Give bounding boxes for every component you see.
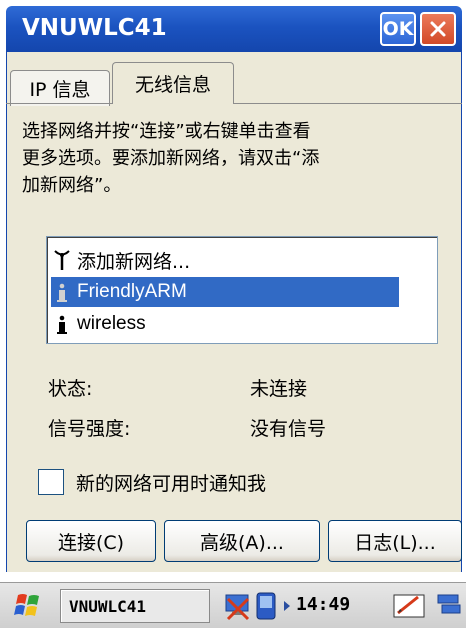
network-label: wireless bbox=[77, 313, 146, 334]
tab-wireless-info[interactable]: 无线信息 bbox=[112, 62, 234, 104]
status-value: 未连接 bbox=[250, 378, 308, 400]
tray-arrow-icon[interactable] bbox=[282, 599, 292, 613]
signal-strength-label: 信号强度: bbox=[48, 418, 131, 440]
input-panel-icon[interactable] bbox=[392, 591, 426, 621]
status-label: 状态: bbox=[48, 378, 93, 400]
start-flag-icon[interactable] bbox=[12, 591, 44, 621]
title-bar: VNUWLC41 OK bbox=[6, 6, 462, 52]
signal-icon bbox=[51, 281, 73, 303]
window-title: VNUWLC41 bbox=[22, 15, 167, 41]
network-item-wireless[interactable]: wireless bbox=[51, 309, 399, 339]
close-button[interactable] bbox=[420, 12, 456, 46]
taskbar-window-button[interactable]: VNUWLC41 bbox=[60, 589, 210, 623]
instructions-line: 选择网络并按“连接”或右键单击查看 bbox=[22, 121, 311, 142]
close-icon bbox=[430, 21, 446, 37]
device-icon[interactable] bbox=[254, 591, 278, 621]
signal-icon bbox=[51, 313, 73, 335]
system-tray: 14:49 bbox=[214, 587, 466, 625]
desktop-icon[interactable] bbox=[436, 591, 462, 621]
antenna-icon bbox=[51, 249, 73, 271]
taskbar: VNUWLC41 14:49 bbox=[0, 582, 466, 628]
log-button[interactable]: 日志(L)... bbox=[328, 520, 462, 562]
advanced-button[interactable]: 高级(A)... bbox=[164, 520, 320, 562]
instructions-text: 选择网络并按“连接”或右键单击查看 更多选项。要添加新网络，请双击“添 加新网络… bbox=[22, 118, 442, 199]
connect-button[interactable]: 连接(C) bbox=[26, 520, 156, 562]
instructions-line: 更多选项。要添加新网络，请双击“添 bbox=[22, 148, 320, 169]
network-item-friendlyarm[interactable]: FriendlyARM bbox=[51, 277, 399, 307]
notify-checkbox-label: 新的网络可用时通知我 bbox=[76, 473, 267, 495]
network-label: 添加新网络... bbox=[77, 250, 191, 273]
network-label: FriendlyARM bbox=[77, 281, 187, 302]
notify-checkbox[interactable] bbox=[38, 469, 64, 495]
tab-divider bbox=[234, 103, 462, 104]
screen: VNUWLC41 OK IP 信息 无线信息 选择网络并按“连接”或右键单击查看… bbox=[0, 0, 466, 628]
clock[interactable]: 14:49 bbox=[296, 594, 350, 615]
ok-button[interactable]: OK bbox=[380, 12, 416, 46]
tab-divider bbox=[6, 103, 112, 104]
tab-ip-info[interactable]: IP 信息 bbox=[10, 70, 110, 106]
network-list[interactable]: 添加新网络... FriendlyARM wireless bbox=[46, 236, 438, 344]
signal-strength-value: 没有信号 bbox=[250, 418, 327, 440]
network-item-add-new[interactable]: 添加新网络... bbox=[51, 245, 399, 275]
instructions-line: 加新网络”。 bbox=[22, 175, 122, 196]
network-status-icon[interactable] bbox=[222, 589, 254, 623]
